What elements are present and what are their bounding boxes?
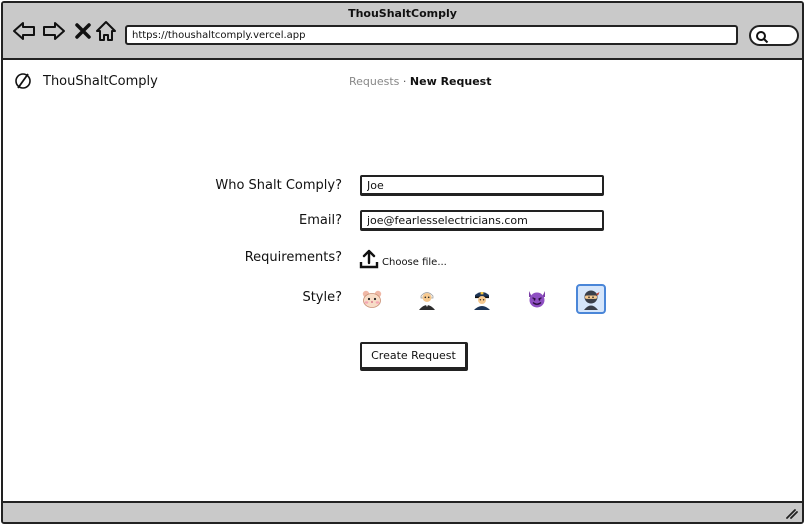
app-header: ThouShaltComply Requests · New Request [3,60,802,100]
app-brand[interactable]: ThouShaltComply [43,74,158,89]
address-bar[interactable]: https://thoushaltcomply.vercel.app [125,25,738,45]
breadcrumb-current: New Request [409,75,492,88]
email-field[interactable] [360,210,604,231]
choose-file-label: Choose file... [382,257,447,268]
circle-slash-icon [15,73,31,89]
name-field[interactable] [360,175,604,196]
resize-grip-icon[interactable] [784,507,798,519]
email-label: Email? [299,213,342,228]
browser-search-box[interactable] [749,25,799,46]
close-x-icon[interactable] [71,19,95,43]
style-option-police-officer[interactable] [467,284,497,314]
style-option-judge[interactable] [412,284,442,314]
upload-icon [359,249,379,269]
forward-arrow-icon[interactable] [42,19,66,43]
breadcrumb-requests[interactable]: Requests [349,75,399,88]
home-icon[interactable] [94,19,118,43]
breadcrumb-separator: · [402,75,407,88]
ninja-icon [584,290,600,310]
style-option-hamster[interactable] [357,284,387,314]
style-option-ninja[interactable] [576,284,606,314]
style-label: Style? [302,290,342,305]
smiling-devil-icon [529,291,545,308]
file-picker[interactable]: Choose file... [359,249,447,269]
hamster-face-icon [362,290,382,308]
create-request-button[interactable]: Create Request [360,342,468,371]
search-icon [756,31,769,44]
requirements-label: Requirements? [244,250,342,265]
style-option-smiling-devil[interactable] [522,284,552,314]
back-arrow-icon[interactable] [12,19,36,43]
browser-chrome: ThouShaltComply https://thoushaltcomply.… [3,3,802,60]
judge-icon [419,292,435,310]
police-officer-icon [474,292,490,310]
status-bar [3,501,802,522]
breadcrumb: Requests · New Request [349,75,491,88]
window-title: ThouShaltComply [348,7,457,20]
browser-window: ThouShaltComply https://thoushaltcomply.… [1,1,804,524]
name-label: Who Shalt Comply? [215,178,342,193]
